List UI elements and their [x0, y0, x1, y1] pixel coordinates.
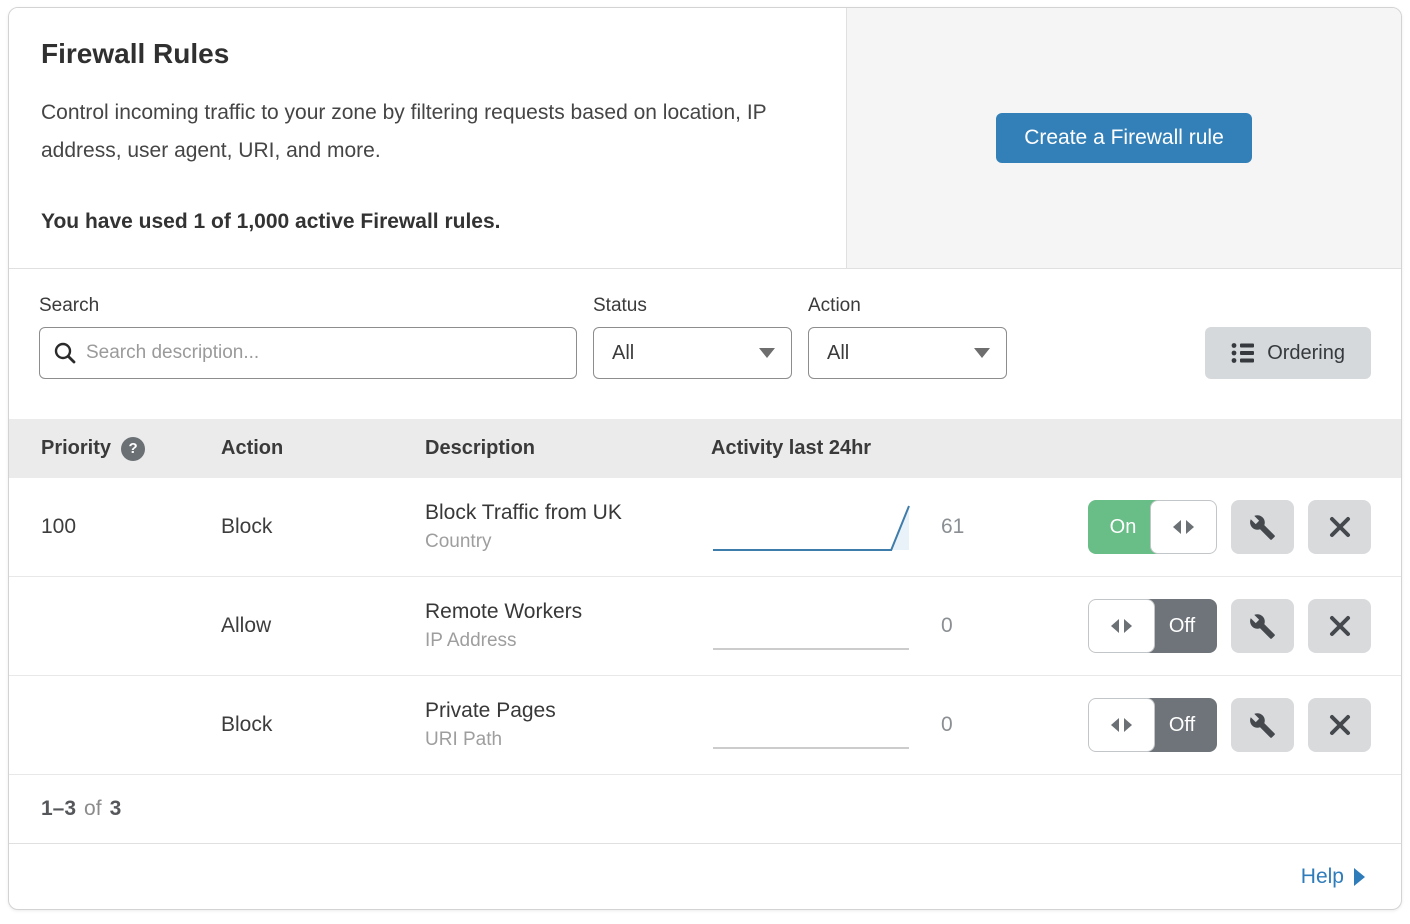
activity-count: 0 [923, 614, 1019, 638]
column-header-description: Description [425, 437, 535, 460]
table-header: Priority ? Action Description Activity l… [9, 419, 1401, 478]
ordering-button[interactable]: Ordering [1205, 327, 1371, 379]
action-group: Action All [808, 295, 1007, 379]
page-title: Firewall Rules [41, 38, 812, 70]
arrow-left-icon [1111, 619, 1119, 633]
close-icon [1328, 713, 1352, 737]
search-input[interactable] [39, 327, 577, 379]
action-value: Block [221, 515, 425, 539]
wrench-icon [1249, 613, 1276, 640]
search-label: Search [39, 295, 577, 317]
rule-enabled-toggle[interactable]: Off [1088, 599, 1217, 653]
pagination-of-label: of [84, 797, 102, 821]
rule-type: IP Address [425, 630, 711, 652]
search-group: Search [39, 295, 577, 379]
priority-value: 100 [41, 515, 221, 539]
close-icon [1328, 515, 1352, 539]
table-row: Block Private Pages URI Path 0 Off [9, 676, 1401, 775]
arrow-left-icon [1111, 718, 1119, 732]
action-select-value: All [827, 342, 849, 365]
column-header-activity: Activity last 24hr [711, 437, 871, 460]
toggle-handle[interactable] [1088, 599, 1155, 653]
wrench-icon [1249, 712, 1276, 739]
status-select[interactable]: All [593, 327, 792, 379]
activity-count: 61 [923, 515, 1019, 539]
help-link[interactable]: Help [1301, 865, 1365, 889]
action-value: Allow [221, 614, 425, 638]
panel-header-action-area: Create a Firewall rule [847, 8, 1401, 268]
ordering-button-label: Ordering [1267, 342, 1345, 365]
toggle-handle[interactable] [1150, 500, 1217, 554]
edit-rule-button[interactable] [1231, 500, 1294, 554]
firewall-rules-panel: Firewall Rules Control incoming traffic … [8, 7, 1402, 910]
arrow-right-icon [1354, 868, 1365, 886]
pagination-bar: 1–3 of 3 [9, 775, 1401, 844]
page-description: Control incoming traffic to your zone by… [41, 94, 811, 170]
rule-enabled-toggle[interactable]: On [1088, 500, 1217, 554]
rule-description: Block Traffic from UK [425, 501, 711, 525]
wrench-icon [1249, 514, 1276, 541]
priority-help-icon[interactable]: ? [121, 437, 145, 461]
arrow-right-icon [1186, 520, 1194, 534]
pagination-total: 3 [110, 797, 122, 821]
panel-header-text: Firewall Rules Control incoming traffic … [9, 8, 847, 268]
activity-count: 0 [923, 713, 1019, 737]
rule-type: Country [425, 531, 711, 553]
status-label: Status [593, 295, 792, 317]
chevron-down-icon [974, 348, 990, 358]
toggle-state-label[interactable]: Off [1147, 698, 1217, 752]
table-row: 100 Block Block Traffic from UK Country … [9, 478, 1401, 577]
delete-rule-button[interactable] [1308, 698, 1371, 752]
filter-bar: Search Status All Action All [9, 269, 1401, 419]
arrow-left-icon [1173, 520, 1181, 534]
activity-sparkline [711, 697, 911, 753]
status-select-value: All [612, 342, 634, 365]
toggle-state-label[interactable]: Off [1147, 599, 1217, 653]
delete-rule-button[interactable] [1308, 599, 1371, 653]
delete-rule-button[interactable] [1308, 500, 1371, 554]
chevron-down-icon [759, 348, 775, 358]
toggle-handle[interactable] [1088, 698, 1155, 752]
action-label: Action [808, 295, 1007, 317]
activity-sparkline [711, 598, 911, 654]
action-value: Block [221, 713, 425, 737]
search-icon [53, 341, 77, 365]
column-header-priority: Priority [41, 437, 111, 460]
arrow-right-icon [1124, 619, 1132, 633]
activity-sparkline [711, 499, 911, 555]
panel-footer: Help [9, 844, 1401, 909]
arrow-right-icon [1124, 718, 1132, 732]
toggle-state-label[interactable]: On [1088, 500, 1158, 554]
rule-enabled-toggle[interactable]: Off [1088, 698, 1217, 752]
action-select[interactable]: All [808, 327, 1007, 379]
rule-type: URI Path [425, 729, 711, 751]
create-firewall-rule-button[interactable]: Create a Firewall rule [996, 113, 1252, 163]
edit-rule-button[interactable] [1231, 599, 1294, 653]
close-icon [1328, 614, 1352, 638]
table-row: Allow Remote Workers IP Address 0 Off [9, 577, 1401, 676]
help-link-label: Help [1301, 865, 1344, 889]
usage-note: You have used 1 of 1,000 active Firewall… [41, 210, 812, 234]
column-header-action: Action [221, 437, 283, 460]
edit-rule-button[interactable] [1231, 698, 1294, 752]
ordering-list-icon [1231, 342, 1255, 364]
pagination-range: 1–3 [41, 797, 76, 821]
rule-description: Private Pages [425, 699, 711, 723]
rule-description: Remote Workers [425, 600, 711, 624]
status-group: Status All [593, 295, 792, 379]
panel-header: Firewall Rules Control incoming traffic … [9, 8, 1401, 269]
